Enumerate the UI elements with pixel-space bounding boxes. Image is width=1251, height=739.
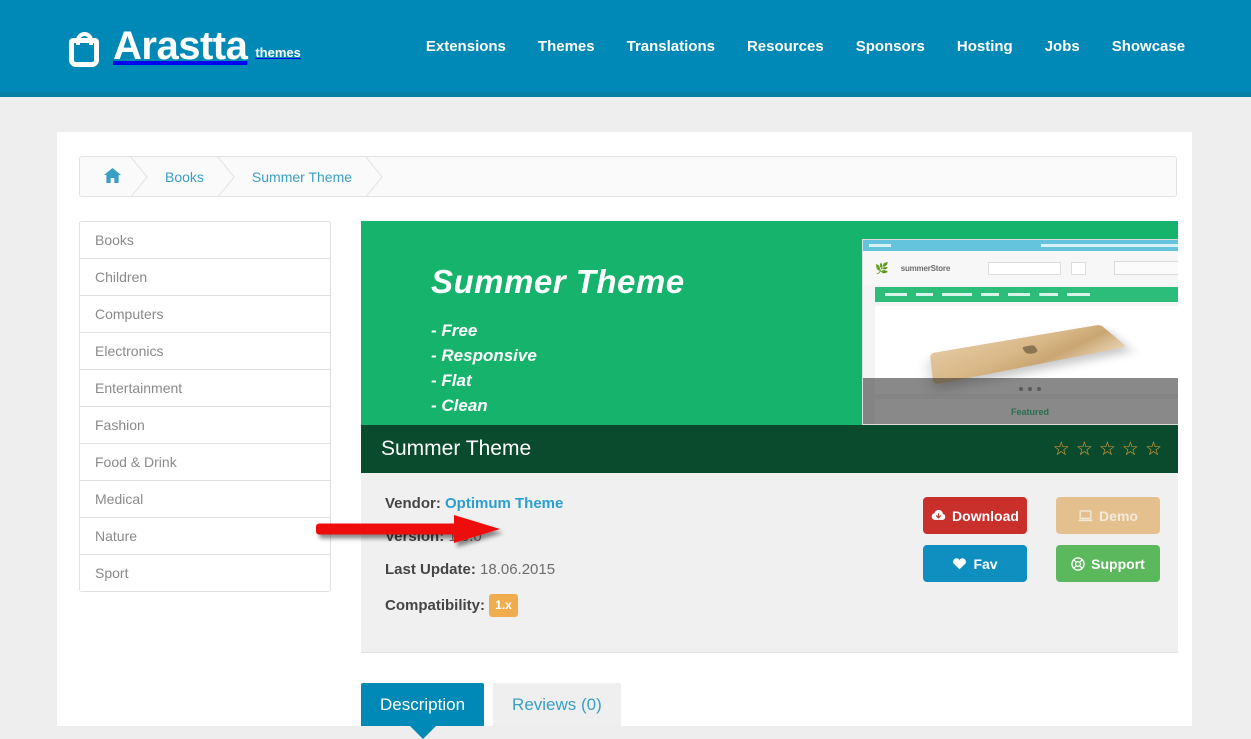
- last-update-label: Last Update:: [385, 561, 476, 578]
- breadcrumb: Books Summer Theme: [79, 156, 1177, 197]
- support-button-label: Support: [1091, 555, 1145, 572]
- last-update-row: Last Update: 18.06.2015: [385, 561, 923, 579]
- banner-feature-flat: - Flat: [431, 371, 472, 390]
- demo-button-label: Demo: [1099, 507, 1138, 524]
- theme-meta-list: Vendor: Optimum Theme Version: 1.0.0 Las…: [385, 495, 923, 632]
- nav-item-showcase[interactable]: Showcase: [1112, 38, 1185, 55]
- action-button-grid: Download Demo Fav Support: [316, 497, 1160, 632]
- nav-item-hosting[interactable]: Hosting: [957, 38, 1013, 55]
- brand-name: Arastta: [113, 24, 248, 68]
- sidebar-item-food-drink[interactable]: Food & Drink: [80, 444, 330, 481]
- sidebar-item-sport[interactable]: Sport: [80, 555, 330, 592]
- main-navigation: Extensions Themes Translations Resources…: [426, 38, 1185, 55]
- last-update-value: 18.06.2015: [480, 561, 556, 578]
- arastta-bag-icon: [69, 27, 103, 67]
- detail-tabs: Description Reviews (0): [361, 683, 1178, 739]
- star-2[interactable]: ☆: [1076, 440, 1093, 459]
- preview-shade-overlay: [863, 378, 1178, 424]
- theme-title: Summer Theme: [381, 437, 532, 460]
- banner-feature-free: - Free: [431, 321, 478, 340]
- theme-preview-screenshot: 🌿 summerStore: [862, 239, 1178, 425]
- nav-item-extensions[interactable]: Extensions: [426, 38, 506, 55]
- preview-cart-button: [1113, 261, 1178, 275]
- nav-item-themes[interactable]: Themes: [538, 38, 595, 55]
- star-3[interactable]: ☆: [1099, 440, 1116, 459]
- tab-reviews[interactable]: Reviews (0): [493, 683, 621, 726]
- sidebar-item-computers[interactable]: Computers: [80, 296, 330, 333]
- banner-feature-clean: - Clean: [431, 396, 488, 415]
- breadcrumb-home-link[interactable]: [80, 157, 143, 196]
- nav-item-translations[interactable]: Translations: [627, 38, 715, 55]
- preview-leaf-icon: 🌿: [875, 262, 889, 275]
- theme-title-bar: Summer Theme ☆ ☆ ☆ ☆ ☆: [361, 425, 1178, 473]
- nav-item-jobs[interactable]: Jobs: [1045, 38, 1080, 55]
- fav-button-label: Fav: [973, 555, 998, 572]
- sidebar-item-children[interactable]: Children: [80, 259, 330, 296]
- banner-title: Summer Theme: [431, 263, 685, 300]
- star-1[interactable]: ☆: [1053, 440, 1070, 459]
- download-button-label: Download: [952, 507, 1019, 524]
- fav-button[interactable]: Fav: [923, 545, 1027, 582]
- sidebar-item-books[interactable]: Books: [80, 222, 330, 259]
- category-sidebar: Books Children Computers Electronics Ent…: [79, 221, 331, 592]
- theme-banner: Summer Theme - Free - Responsive - Flat …: [361, 221, 1178, 425]
- heart-icon: [952, 557, 967, 570]
- banner-feature-list: - Free - Responsive - Flat - Clean: [431, 318, 537, 418]
- demo-button[interactable]: Demo: [1056, 497, 1160, 534]
- support-button[interactable]: Support: [1056, 545, 1160, 582]
- banner-feature-responsive: - Responsive: [431, 346, 537, 365]
- sidebar-item-nature[interactable]: Nature: [80, 518, 330, 555]
- download-button[interactable]: Download: [923, 497, 1027, 534]
- cloud-download-icon: [931, 509, 946, 522]
- version-value: 1.0.0: [448, 528, 482, 545]
- sidebar-item-entertainment[interactable]: Entertainment: [80, 370, 330, 407]
- preview-search-icon: [1071, 261, 1086, 275]
- preview-header: 🌿 summerStore: [863, 251, 1178, 285]
- nav-item-resources[interactable]: Resources: [747, 38, 824, 55]
- lifebuoy-icon: [1071, 556, 1085, 571]
- nav-item-sponsors[interactable]: Sponsors: [856, 38, 925, 55]
- sidebar-item-medical[interactable]: Medical: [80, 481, 330, 518]
- star-4[interactable]: ☆: [1122, 440, 1139, 459]
- vendor-row: Vendor: Optimum Theme: [385, 495, 923, 513]
- site-logo[interactable]: Arastta themes: [69, 25, 301, 67]
- preview-store-name: summerStore: [900, 263, 951, 273]
- version-row: Version: 1.0.0: [385, 528, 923, 546]
- preview-laptop-image: [929, 324, 1127, 385]
- compatibility-row: Compatibility: 1.x: [385, 594, 923, 617]
- vendor-label: Vendor:: [385, 495, 441, 512]
- breadcrumb-item-summer-theme[interactable]: Summer Theme: [230, 157, 378, 196]
- home-icon: [104, 167, 121, 186]
- theme-info-panel: Vendor: Optimum Theme Version: 1.0.0 Las…: [316, 473, 1178, 653]
- rating-stars[interactable]: ☆ ☆ ☆ ☆ ☆: [1053, 440, 1162, 459]
- compatibility-label: Compatibility:: [385, 597, 485, 614]
- site-header: Arastta themes Extensions Themes Transla…: [0, 0, 1251, 97]
- content-row: Books Children Computers Electronics Ent…: [79, 221, 1178, 739]
- preview-nav: [875, 287, 1178, 302]
- version-label: Version:: [385, 528, 445, 545]
- sidebar-item-fashion[interactable]: Fashion: [80, 407, 330, 444]
- page-content-card: Books Summer Theme Books Children Comput…: [57, 132, 1192, 739]
- preview-search-input: [988, 261, 1062, 275]
- tab-description[interactable]: Description: [361, 683, 485, 739]
- theme-detail-column: Summer Theme - Free - Responsive - Flat …: [316, 221, 1178, 739]
- sidebar-item-electronics[interactable]: Electronics: [80, 333, 330, 370]
- vendor-link[interactable]: Optimum Theme: [445, 495, 563, 512]
- breadcrumb-item-books[interactable]: Books: [143, 157, 230, 196]
- brand-subtitle: themes: [255, 45, 301, 60]
- laptop-icon: [1078, 509, 1093, 522]
- preview-topbar: [863, 240, 1178, 251]
- compatibility-badge: 1.x: [489, 594, 518, 617]
- star-5[interactable]: ☆: [1145, 440, 1162, 459]
